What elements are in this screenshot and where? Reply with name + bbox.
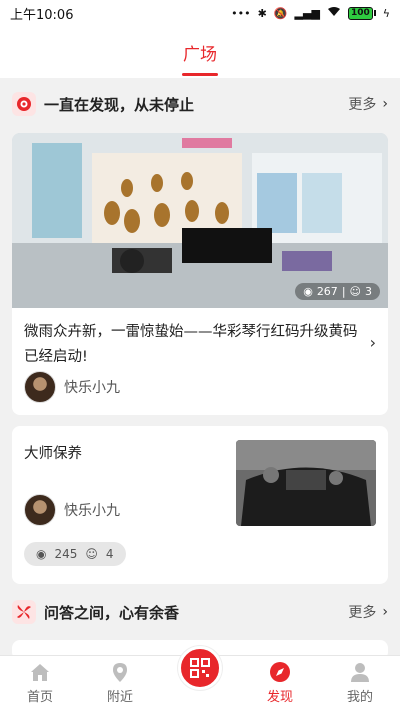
home-icon (31, 664, 49, 681)
photo-stats: ◉ 267 | ☺ 3 (295, 283, 380, 300)
comment-icon: ☺ (85, 547, 98, 561)
avatar[interactable] (24, 494, 56, 526)
location-icon (113, 663, 127, 682)
section-discover-title: 一直在发现，从未停止 (44, 95, 195, 114)
post-stats: ◉ 245 ☺ 4 (24, 542, 126, 566)
charging-icon: ϟ (382, 6, 390, 20)
qa-section-icon (12, 600, 36, 624)
mute-icon: 🔕 (273, 6, 288, 20)
section-qa-more[interactable]: 更多 › (348, 602, 388, 622)
post-author[interactable]: 快乐小九 (24, 494, 120, 526)
post-title[interactable]: 微雨众卉新，一雷惊蛰始——华彩琴行红码升级黄码已经启动! (24, 320, 359, 370)
post-card-2[interactable]: 大师保养 快乐小九 ◉ 245 ☺ 4 (12, 426, 388, 584)
page-header: 广场 (0, 26, 400, 78)
bluetooth-icon: ✱ (257, 6, 267, 20)
wifi-icon (327, 6, 341, 20)
tab-discover[interactable]: 发现 (240, 656, 320, 711)
chevron-right-icon: › (382, 96, 388, 112)
comment-count: 3 (365, 285, 372, 298)
section-qa-title: 问答之间，心有余香 (44, 603, 180, 622)
author-name: 快乐小九 (64, 380, 120, 396)
view-count: 245 (54, 547, 78, 561)
tab-nearby[interactable]: 附近 (80, 656, 160, 711)
discover-section-icon (12, 92, 36, 116)
signal-icon: ▂▄▆ (294, 6, 320, 20)
title-underline (182, 73, 218, 76)
battery-icon: 100 (347, 6, 376, 20)
chevron-right-icon: › (382, 604, 388, 620)
post-thumbnail[interactable] (236, 440, 376, 526)
post-title[interactable]: 大师保养 (24, 442, 82, 463)
avatar[interactable] (24, 371, 56, 403)
tab-home[interactable]: 首页 (0, 656, 80, 711)
section-qa-header: 问答之间，心有余香 更多 › (0, 590, 400, 634)
status-bar: 上午10:06 ••• ✱ 🔕 ▂▄▆ 100 ϟ (0, 0, 400, 26)
comment-count: 4 (105, 547, 114, 561)
section-discover-more[interactable]: 更多 › (348, 94, 388, 114)
status-time: 上午10:06 (10, 7, 74, 23)
compass-icon (270, 662, 290, 682)
more-dots-icon: ••• (231, 6, 251, 20)
eye-icon: ◉ (36, 547, 47, 561)
person-icon (351, 663, 369, 682)
post-author[interactable]: 快乐小九 (24, 371, 120, 403)
status-icons: ••• ✱ 🔕 ▂▄▆ 100 ϟ (231, 6, 390, 20)
post-photo[interactable]: ◉ 267 | ☺ 3 (12, 133, 388, 308)
section-discover-header: 一直在发现，从未停止 更多 › (0, 82, 400, 126)
comment-icon: ☺ (349, 285, 361, 298)
page-title[interactable]: 广场 (183, 40, 217, 65)
chevron-right-icon[interactable]: › (370, 333, 376, 352)
view-count: 267 (316, 285, 338, 298)
author-name: 快乐小九 (64, 503, 120, 519)
scan-icon (190, 658, 210, 678)
tab-mine[interactable]: 我的 (320, 656, 400, 711)
scan-button[interactable] (178, 646, 222, 690)
eye-icon: ◉ (303, 285, 313, 298)
post-card-1[interactable]: ◉ 267 | ☺ 3 微雨众卉新，一雷惊蛰始——华彩琴行红码升级黄码已经启动!… (12, 133, 388, 415)
